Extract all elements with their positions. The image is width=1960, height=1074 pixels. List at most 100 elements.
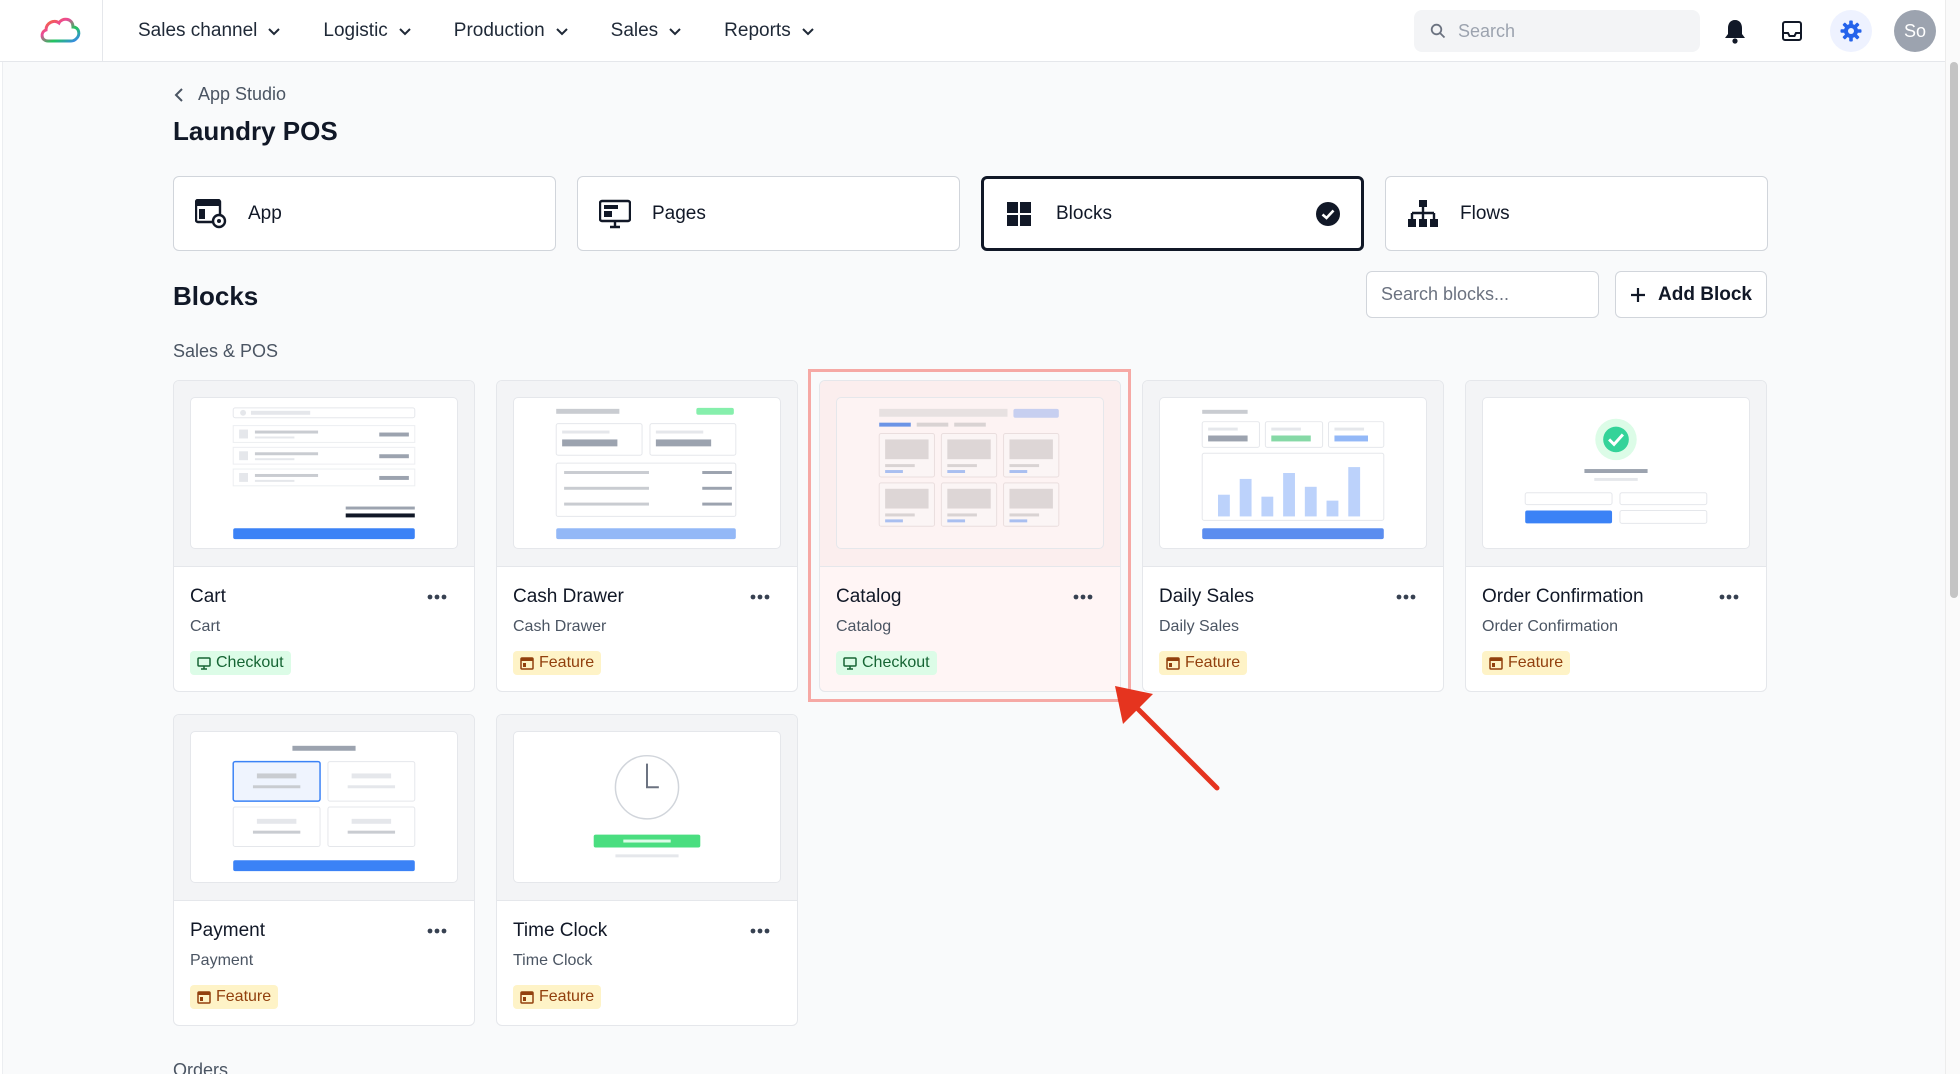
main-menu: Sales channel Logistic Production Sales …: [138, 0, 857, 62]
card-preview-area: [174, 381, 474, 567]
user-avatar[interactable]: So: [1894, 10, 1936, 52]
block-card-order-confirmation[interactable]: Order Confirmation Order Confirmation Fe…: [1465, 380, 1767, 692]
search-blocks-input[interactable]: [1366, 271, 1599, 318]
plus-icon: [1631, 287, 1646, 302]
nav-sales[interactable]: Sales: [611, 20, 683, 42]
more-options-button[interactable]: [424, 921, 450, 941]
chevron-down-icon: [399, 28, 411, 36]
card-preview-area: [1143, 381, 1443, 567]
card-subtitle: Order Confirmation: [1482, 618, 1619, 635]
feature-card-icon: [520, 990, 534, 1004]
chevron-down-icon: [801, 28, 814, 36]
block-card-payment[interactable]: Payment Payment Feature: [173, 714, 475, 1026]
card-preview-area: [497, 381, 797, 567]
ellipsis-icon: [750, 928, 770, 934]
nav-label: Sales channel: [138, 20, 258, 41]
card-subtitle: Time Clock: [513, 952, 593, 969]
settings-button[interactable]: [1830, 10, 1872, 52]
card-subtitle: Payment: [190, 952, 254, 969]
scrollbar-thumb[interactable]: [1950, 62, 1958, 598]
block-card-daily-sales[interactable]: Daily Sales Daily Sales Feature: [1142, 380, 1444, 692]
nav-label: Production: [453, 20, 545, 41]
card-title: Payment: [190, 920, 265, 941]
nav-reports[interactable]: Reports: [724, 20, 815, 42]
category-badge: Feature: [513, 985, 602, 1009]
badge-label: Feature: [216, 988, 272, 1005]
block-card-cart[interactable]: Cart Cart Checkout: [173, 380, 475, 692]
top-navigation-bar: Sales channel Logistic Production Sales …: [0, 0, 1945, 62]
nav-sales-channel[interactable]: Sales channel: [138, 20, 281, 42]
notifications-button[interactable]: [1719, 15, 1751, 47]
grid-icon: [1002, 197, 1036, 231]
card-preview-area: [497, 715, 797, 901]
nav-production[interactable]: Production: [454, 20, 569, 42]
card-title: Daily Sales: [1159, 586, 1255, 607]
add-block-button[interactable]: Add Block: [1615, 271, 1767, 318]
daily-sales-preview-thumbnail: [1159, 397, 1427, 549]
tab-pages[interactable]: Pages: [577, 176, 960, 251]
cloud-logo-icon[interactable]: [38, 13, 82, 47]
monitor-icon: [197, 656, 211, 670]
more-options-button[interactable]: [747, 921, 773, 941]
badge-label: Feature: [1185, 654, 1241, 671]
category-badge: Checkout: [836, 651, 937, 675]
card-subtitle: Catalog: [836, 618, 892, 635]
more-options-button[interactable]: [747, 587, 773, 607]
bell-icon: [1725, 20, 1745, 44]
chevron-down-icon: [669, 28, 681, 36]
page-scrollbar[interactable]: [1945, 0, 1960, 1074]
badge-label: Feature: [539, 988, 595, 1005]
nav-label: Logistic: [323, 20, 388, 41]
app-settings-icon: [194, 197, 228, 231]
ellipsis-icon: [1073, 594, 1093, 600]
page-title: Laundry POS: [173, 116, 338, 146]
ellipsis-icon: [1396, 594, 1416, 600]
card-title: Cash Drawer: [513, 586, 624, 607]
gear-icon: [1840, 20, 1862, 42]
breadcrumb-label: App Studio: [198, 84, 287, 104]
more-options-button[interactable]: [1070, 587, 1096, 607]
badge-label: Checkout: [862, 654, 930, 671]
cart-preview-thumbnail: [190, 397, 458, 549]
category-badge: Feature: [1159, 651, 1248, 675]
add-block-label: Add Block: [1658, 283, 1752, 305]
nav-label: Sales: [610, 20, 659, 41]
tab-label: Pages: [652, 202, 706, 224]
category-badge: Feature: [1482, 651, 1571, 675]
more-options-button[interactable]: [1716, 587, 1742, 607]
tab-label: Blocks: [1056, 202, 1112, 224]
more-options-button[interactable]: [1393, 587, 1419, 607]
logo-divider: [102, 0, 103, 62]
inbox-button[interactable]: [1776, 15, 1808, 47]
search-input[interactable]: [1458, 20, 1678, 42]
breadcrumb-back-link[interactable]: App Studio: [174, 84, 286, 105]
global-search[interactable]: [1414, 10, 1700, 52]
nav-logistic[interactable]: Logistic: [323, 20, 411, 42]
nav-label: Reports: [724, 20, 791, 41]
block-card-catalog[interactable]: Catalog Catalog Checkout: [819, 380, 1121, 692]
tab-flows[interactable]: Flows: [1385, 176, 1768, 251]
feature-card-icon: [1489, 656, 1503, 670]
badge-label: Feature: [1508, 654, 1564, 671]
ellipsis-icon: [427, 594, 447, 600]
tab-blocks[interactable]: Blocks: [981, 176, 1364, 251]
block-card-time-clock[interactable]: Time Clock Time Clock Feature: [496, 714, 798, 1026]
monitor-icon: [843, 656, 857, 670]
feature-card-icon: [520, 656, 534, 670]
chevron-down-icon: [268, 28, 281, 36]
blocks-section-title: Blocks: [173, 281, 259, 311]
sitemap-icon: [1406, 197, 1440, 231]
card-title: Time Clock: [513, 920, 608, 941]
feature-card-icon: [197, 990, 211, 1004]
tab-app[interactable]: App: [173, 176, 556, 251]
card-subtitle: Cash Drawer: [513, 618, 607, 635]
ellipsis-icon: [1719, 594, 1739, 600]
payment-preview-thumbnail: [190, 731, 458, 883]
feature-card-icon: [1166, 656, 1180, 670]
search-icon: [1430, 23, 1446, 39]
more-options-button[interactable]: [424, 587, 450, 607]
catalog-preview-thumbnail: [836, 397, 1104, 549]
card-subtitle: Daily Sales: [1159, 618, 1240, 635]
inbox-icon: [1782, 21, 1802, 41]
block-card-cash-drawer[interactable]: Cash Drawer Cash Drawer Feature: [496, 380, 798, 692]
